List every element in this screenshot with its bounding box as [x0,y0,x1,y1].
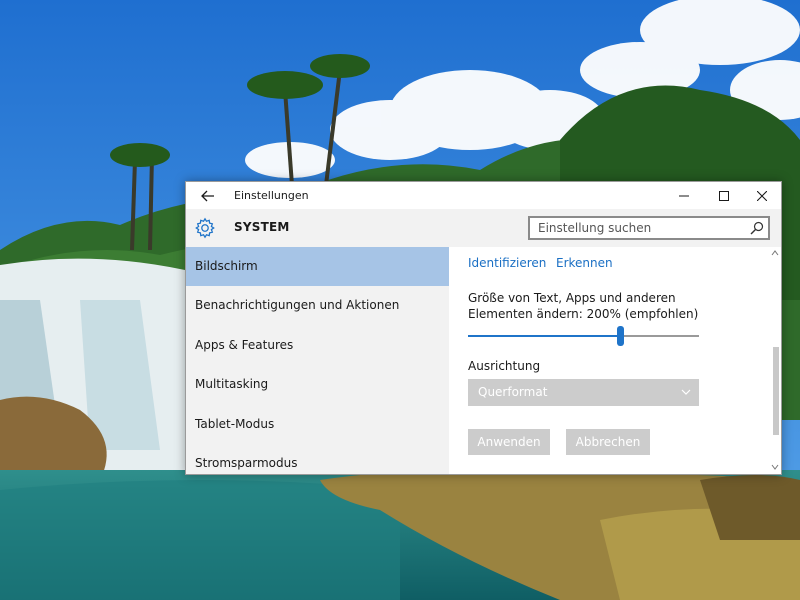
scroll-down-icon[interactable] [771,463,779,471]
sidebar-item-tablet-modus[interactable]: Tablet-Modus [186,405,449,444]
title-bar: Einstellungen [186,182,781,209]
sidebar-item-label: Tablet-Modus [195,417,275,431]
back-button[interactable] [194,182,222,209]
settings-window: Einstellungen SYSTEM Einstellung suchen … [185,181,782,475]
orientation-dropdown[interactable]: Querformat [468,379,699,406]
cancel-button-label: Abbrechen [575,435,641,449]
content-scrollbar[interactable] [769,247,781,474]
chevron-down-icon [681,389,691,395]
slider-thumb[interactable] [617,326,625,346]
search-box[interactable] [528,216,770,240]
window-title: Einstellungen [234,189,309,202]
sidebar-item-stromsparmodus[interactable]: Stromsparmodus [186,444,449,474]
sidebar-item-label: Stromsparmodus [195,456,298,470]
detect-link[interactable]: Erkennen [556,256,613,270]
close-button[interactable] [743,182,781,209]
minimize-button[interactable] [665,182,703,209]
search-input[interactable] [530,218,748,238]
close-icon [757,190,767,201]
sidebar-item-apps-features[interactable]: Apps & Features [186,326,449,365]
sidebar-item-bildschirm[interactable]: Bildschirm [186,247,449,286]
apply-button-label: Anwenden [477,435,541,449]
maximize-button[interactable] [705,182,743,209]
sidebar-item-label: Multitasking [195,377,269,391]
sidebar-item-label: Bildschirm [195,259,258,273]
sidebar-item-benachrichtigungen[interactable]: Benachrichtigungen und Aktionen [186,286,449,325]
scrollbar-thumb[interactable] [773,347,779,435]
cancel-button[interactable]: Abbrechen [566,429,650,455]
apply-button[interactable]: Anwenden [468,429,550,455]
maximize-icon [719,190,729,201]
scale-slider[interactable] [468,326,699,346]
sidebar-nav: Bildschirm Benachrichtigungen und Aktion… [186,247,449,474]
search-icon[interactable] [750,221,764,235]
sidebar-item-label: Apps & Features [195,338,294,352]
orientation-label: Ausrichtung [468,359,541,373]
identify-link[interactable]: Identifizieren [468,256,546,270]
minimize-icon [679,195,689,196]
settings-header: SYSTEM [186,209,781,247]
gear-icon [195,217,215,239]
scale-description: Größe von Text, Apps und anderen Element… [468,291,699,321]
scroll-up-icon[interactable] [771,249,779,257]
sidebar-item-multitasking[interactable]: Multitasking [186,365,449,404]
display-settings-panel: Identifizieren Erkennen Größe von Text, … [449,247,781,474]
arrow-left-icon [201,190,214,201]
sidebar-item-label: Benachrichtigungen und Aktionen [195,298,400,312]
slider-track-fill [468,335,621,337]
orientation-value: Querformat [478,385,548,399]
section-title: SYSTEM [234,220,290,234]
